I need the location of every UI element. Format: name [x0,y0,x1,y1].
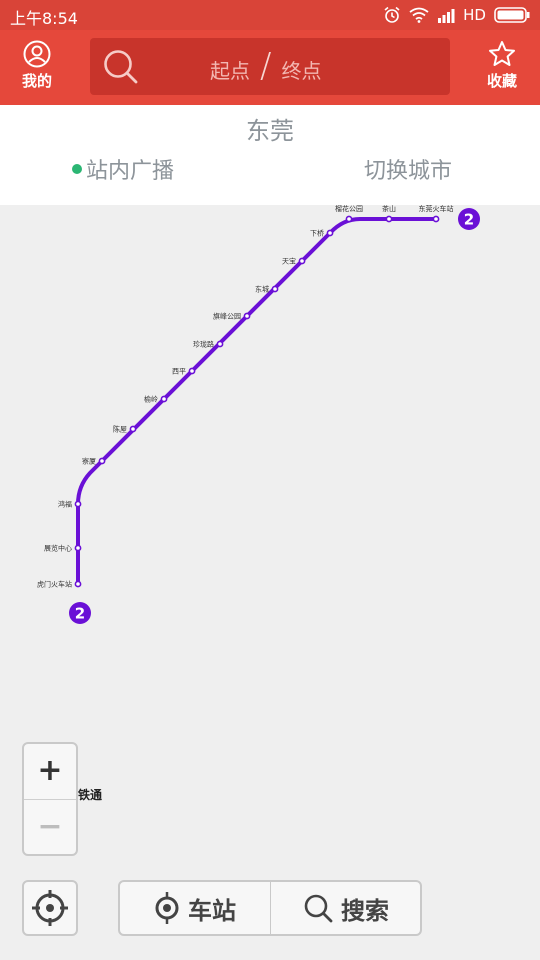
station-button[interactable]: 车站 [120,882,270,934]
station-marker[interactable] [243,312,251,320]
line-badge-label: 2 [75,605,85,623]
station-marker[interactable] [216,340,224,348]
zoom-out-button[interactable]: − [24,800,76,854]
station-marker[interactable] [271,285,279,293]
station-marker[interactable] [188,367,196,375]
station-marker[interactable] [345,215,353,223]
station-marker[interactable] [160,395,168,403]
search-icon [304,894,333,923]
station-label: 车站 [188,896,236,925]
line-badge-label: 2 [464,211,474,229]
station-label[interactable]: 榆岭 [144,395,158,404]
station-label[interactable]: 茶山 [382,204,396,213]
bottom-action-bar: 车站 搜索 [118,880,422,936]
search-button[interactable]: 搜索 [271,882,421,934]
station-marker[interactable] [298,257,306,265]
station-marker[interactable] [98,457,106,465]
station-marker[interactable] [385,215,393,223]
station-marker[interactable] [74,580,82,588]
station-label[interactable]: 东城 [255,285,269,294]
station-label[interactable]: 天宝 [282,257,296,266]
search-label: 搜索 [341,896,389,925]
station-label[interactable]: 展览中心 [44,544,72,553]
station-marker[interactable] [74,500,82,508]
map-brand-watermark: 铁通 [78,788,103,802]
station-label[interactable]: 西平 [172,368,186,376]
station-label[interactable]: 寮厦 [82,457,96,466]
station-label[interactable]: 珍珑路 [193,340,214,349]
locate-button[interactable] [22,880,78,936]
station-pin-icon [155,892,179,924]
station-marker[interactable] [326,229,334,237]
station-label[interactable]: 陈屋 [113,425,127,434]
zoom-controls: + − [22,742,78,856]
station-label[interactable]: 下桥 [310,229,324,238]
station-marker[interactable] [432,215,440,223]
station-marker[interactable] [74,544,82,552]
station-label[interactable]: 旗峰公园 [213,312,241,321]
station-label[interactable]: 榴花公园 [335,204,363,213]
station-label[interactable]: 鸿福 [58,500,72,509]
zoom-in-button[interactable]: + [24,744,76,798]
line-2-path [76,217,436,584]
metro-map[interactable]: 虎门火车站 展览中心 鸿福 寮厦 陈屋 榆岭 西平 珍珑路 旗峰公园 东城 天宝 下桥 榴花公园 茶山 东莞… [0,0,540,960]
station-label[interactable]: 东莞火车站 [419,204,454,213]
station-marker[interactable] [129,425,137,433]
station-label[interactable]: 虎门火车站 [37,580,72,589]
crosshair-icon [32,890,68,926]
